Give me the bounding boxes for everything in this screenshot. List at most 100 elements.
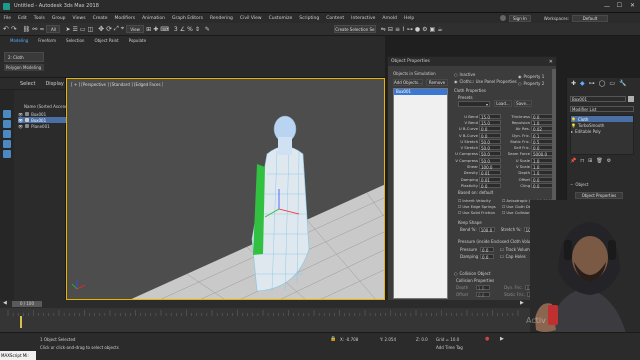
maxscript-listener[interactable]: MAXScript Mi: xyxy=(0,351,36,360)
menu-item-edit[interactable]: Edit xyxy=(15,16,31,21)
ribbon-tab-freeform[interactable]: Freeform xyxy=(38,38,56,43)
signin-button[interactable]: Sign In xyxy=(509,14,531,22)
window-crossing-icon[interactable]: ◫ xyxy=(88,26,94,33)
make-unique-icon[interactable]: ⊞ xyxy=(588,158,592,164)
param-spinner[interactable]: 0.0 xyxy=(479,182,501,189)
checkbox-row[interactable]: ☐ Inherit Velocity xyxy=(458,197,496,203)
menu-item-scripting[interactable]: Scripting xyxy=(296,16,323,21)
pressure-spinner[interactable]: 0.0 xyxy=(480,247,494,253)
menu-item-rendering[interactable]: Rendering xyxy=(206,16,236,21)
menu-item-interactive[interactable]: Interactive xyxy=(348,16,379,21)
param-spinner[interactable]: 1.0 xyxy=(531,164,553,170)
modifier-list-select[interactable]: Modifier List xyxy=(570,106,634,112)
param-spinner[interactable]: 50.0 xyxy=(479,138,501,145)
explorer-column-header[interactable]: Name (Sorted Ascending) xyxy=(24,104,66,109)
ribbon-tab-object-paint[interactable]: Object Paint xyxy=(94,38,118,43)
close-icon[interactable]: ✕ xyxy=(630,2,635,9)
object-rollout-header[interactable]: − Object xyxy=(570,182,588,187)
param-spinner[interactable]: 0.02 xyxy=(531,126,553,132)
pivot-icon[interactable]: ⊞ xyxy=(146,26,151,33)
checkbox-icon[interactable]: ☐ xyxy=(502,204,505,209)
load-button[interactable]: Load... xyxy=(494,100,512,107)
schematic-icon[interactable]: ⊶ xyxy=(407,26,413,33)
menu-item-customize[interactable]: Customize xyxy=(265,16,296,21)
collision-depth-spinner[interactable]: 1.0 xyxy=(476,285,490,291)
mirror-icon[interactable]: ⇋ xyxy=(381,26,386,33)
prev-frame-icon[interactable]: ◀ xyxy=(3,300,7,306)
snaps-icon[interactable]: 3 xyxy=(174,26,178,33)
pressure-damping-spinner[interactable]: 0.0 xyxy=(480,254,494,260)
display-tab-icon[interactable]: ▭ xyxy=(609,80,615,87)
menu-item-modifiers[interactable]: Modifiers xyxy=(111,16,139,21)
param-spinner[interactable]: 50.0 xyxy=(479,157,501,164)
ribbon-tab-modeling[interactable]: Modeling xyxy=(10,38,28,43)
collision-object-radio[interactable]: ○ Collision Object xyxy=(454,271,491,276)
property2-radio[interactable]: ○ Property 2 xyxy=(518,81,544,86)
param-spinner[interactable]: 0.0 xyxy=(531,113,553,120)
rotate-icon[interactable]: ⟳ xyxy=(106,25,112,33)
menu-item-group[interactable]: Group xyxy=(48,16,69,21)
curve-editor-icon[interactable]: ⌇ xyxy=(402,26,405,33)
checkbox-icon[interactable]: ☐ xyxy=(458,204,461,209)
maximize-icon[interactable]: ☐ xyxy=(617,2,622,9)
checkbox-row[interactable]: ☐ Use Solid Friction xyxy=(458,209,496,215)
move-icon[interactable]: ✥ xyxy=(98,25,104,33)
param-spinner[interactable]: 15.0 xyxy=(479,119,501,126)
hierarchy-tab-icon[interactable]: ⊶ xyxy=(589,80,595,87)
save-button[interactable]: Save... xyxy=(514,100,532,107)
align-icon[interactable]: ⊟ xyxy=(388,26,393,33)
bend-pct-spinner[interactable]: 100.0 xyxy=(478,227,495,233)
unlink-icon[interactable]: ⚯ xyxy=(32,26,37,33)
render-setup-icon[interactable]: ⚙ xyxy=(422,26,427,33)
rect-region-icon[interactable]: ▭ xyxy=(80,26,86,33)
param-spinner[interactable]: 0.0 xyxy=(479,126,501,132)
menu-item-file[interactable]: File xyxy=(0,16,15,21)
next-frame-icon[interactable]: ▶ xyxy=(520,300,524,306)
checkbox-icon[interactable]: ☐ xyxy=(458,198,461,203)
add-objects-button[interactable]: Add Objects... xyxy=(393,79,423,86)
objects-list[interactable]: Box001 xyxy=(393,88,448,299)
param-spinner[interactable]: 0.5 xyxy=(531,138,553,145)
param-spinner[interactable]: 15.0 xyxy=(479,113,501,120)
scale-icon[interactable]: ⤢ xyxy=(114,25,119,33)
render-frame-icon[interactable]: ▣ xyxy=(430,26,436,33)
list-item[interactable]: ▸ Editable Poly xyxy=(571,128,633,134)
x-coordinate[interactable]: X: -0.708 xyxy=(340,337,358,342)
percent-snap-icon[interactable]: % xyxy=(187,26,193,33)
param-spinner[interactable]: 0.0 xyxy=(479,132,501,139)
lock-selection-icon[interactable]: 🔒 xyxy=(330,336,336,342)
cloth-radio[interactable]: ◉ Cloth xyxy=(454,79,470,84)
y-coordinate[interactable]: Y: 2.054 xyxy=(380,337,396,342)
presets-select[interactable]: ▾ xyxy=(458,101,490,107)
checkbox-icon[interactable]: ☐ xyxy=(500,254,504,259)
remove-button[interactable]: Remove xyxy=(426,79,448,86)
select-object-icon[interactable]: ➤ xyxy=(65,26,70,33)
layer-icon[interactable]: ≡ xyxy=(395,26,400,33)
eye-icon[interactable]: 👁 xyxy=(18,124,23,129)
bulb-icon[interactable]: 💡 xyxy=(571,117,576,122)
selection-set-select[interactable]: Create Selection Se xyxy=(333,25,376,33)
select-by-name-icon[interactable]: ☰ xyxy=(72,26,77,33)
render-icon[interactable]: ☕ xyxy=(437,26,442,33)
add-time-tag[interactable]: Add Time Tag xyxy=(436,345,463,350)
menu-item-animation[interactable]: Animation xyxy=(139,16,169,21)
helper-filter-icon[interactable] xyxy=(3,150,11,158)
track-bar[interactable] xyxy=(0,308,530,332)
placement-icon[interactable]: ⌖ xyxy=(121,25,124,33)
tab-select[interactable]: Select xyxy=(20,81,35,87)
param-spinner[interactable]: 100.0 xyxy=(479,164,501,170)
angle-snap-icon[interactable]: ∠ xyxy=(180,26,185,33)
param-spinner[interactable]: 50.0 xyxy=(479,145,501,151)
param-spinner[interactable]: 0.01 xyxy=(479,170,501,176)
checkbox-icon[interactable]: ☐ xyxy=(458,210,461,215)
show-end-result-icon[interactable]: ⊓ xyxy=(580,158,584,164)
menu-item-create[interactable]: Create xyxy=(89,16,111,21)
select-manipulate-icon[interactable]: ✚ xyxy=(153,26,158,33)
create-tab-icon[interactable]: ✚ xyxy=(571,80,576,87)
modify-tab-icon[interactable]: ◆ xyxy=(580,80,585,87)
perspective-viewport[interactable]: [ + ] [Perspective ] [Standard ] [Edged … xyxy=(66,78,385,300)
object-name-field[interactable]: Box001 xyxy=(570,96,626,102)
menu-item-tools[interactable]: Tools xyxy=(30,16,48,21)
configure-sets-icon[interactable]: ⚙ xyxy=(607,158,611,164)
remove-modifier-icon[interactable]: 🗑 xyxy=(596,158,602,164)
